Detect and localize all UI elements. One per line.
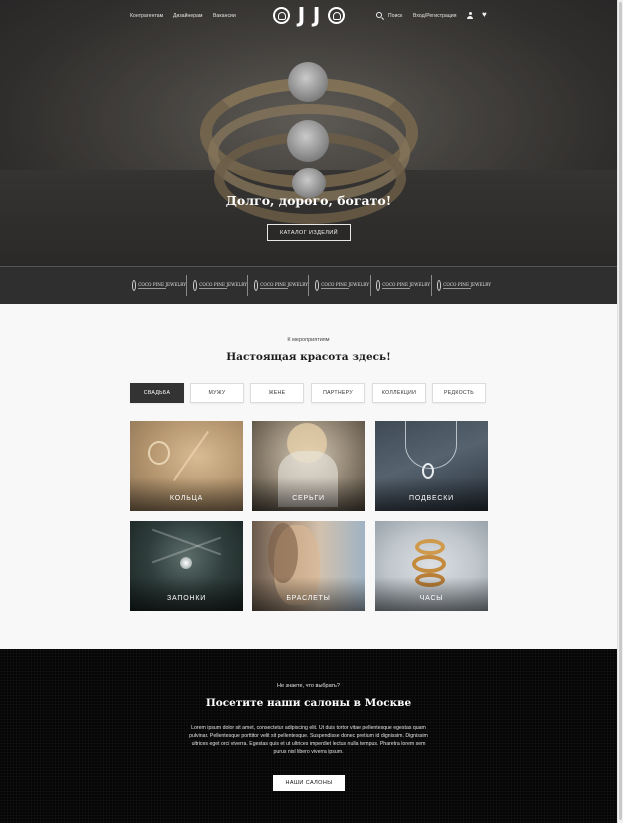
brand-divider [308,275,309,296]
category-card-cufflinks[interactable]: ЗАПОНКИ [130,521,243,611]
brand-underline [199,288,228,289]
brand-underline [443,288,472,289]
brand-name: COCO PINE JEWELRY [382,282,430,287]
hero-title: Долго, дорого, богато! [225,193,392,208]
card-label: ПОДВЕСКИ [409,495,454,502]
diamond-shape [180,557,192,569]
salons-section: Не знаете, что выбрать? Посетите наши са… [0,649,617,823]
top-navigation: Контрагентам Дизайнерам Вакансии J J Пои… [0,0,617,32]
card-label: СЕРЬГИ [292,495,325,502]
page-scrollbar[interactable] [617,0,623,823]
category-tabs: СВАДЬБА МУЖУ ЖЕНЕ ПАРТНЕРУ КОЛЛЕКЦИИ РЕД… [130,383,487,403]
user-icon[interactable] [467,12,473,19]
chain-shape [405,421,457,469]
card-caption-bg [252,577,365,611]
card-label: ЗАПОНКИ [166,595,207,602]
brand-underline [138,288,167,289]
events-eyebrow: К мероприятиям [287,337,330,343]
brand-logo[interactable]: COCO PINE JEWELRY [315,278,369,293]
card-label: ЧАСЫ [419,595,444,602]
salons-title: Посетите наши салоны в Москве [205,697,412,709]
brand-logo[interactable]: COCO PINE JEWELRY [193,278,247,293]
search-link[interactable]: Поиск [388,13,402,19]
salons-eyebrow: Не знаете, что выбрать? [276,683,340,689]
tab-collections[interactable]: КОЛЛЕКЦИИ [372,383,426,403]
brand-name: COCO PINE JEWELRY [138,282,186,287]
category-card-bracelets[interactable]: БРАСЛЕТЫ [252,521,365,611]
brand-logo[interactable]: COCO PINE JEWELRY [132,278,186,293]
brand-mark-icon [437,280,442,291]
events-title: Настоящая красота здесь! [226,351,391,363]
ring-shape [148,441,170,465]
brand-name: COCO PINE JEWELRY [321,282,369,287]
nav-link-vacancies[interactable]: Вакансии [213,13,236,19]
tab-rarity[interactable]: РЕДКОСТЬ [432,383,486,403]
brand-mark-icon [376,280,381,291]
tab-wife[interactable]: ЖЕНЕ [250,383,304,403]
brand-strip: COCO PINE JEWELRY COCO PINE JEWELRY COCO… [0,266,617,304]
logo-letter-o [273,7,290,24]
category-card-pendants[interactable]: ПОДВЕСКИ [375,421,488,511]
tab-wedding[interactable]: СВАДЬБА [130,383,184,403]
brand-logo[interactable]: COCO PINE JEWELRY [254,278,308,293]
page: Контрагентам Дизайнерам Вакансии J J Пои… [0,0,617,823]
brand-divider [247,275,248,296]
card-caption-bg [130,477,243,511]
search-icon[interactable] [376,12,382,18]
stick-shape [172,430,210,482]
brand-divider [431,275,432,296]
card-caption-bg [375,477,488,511]
login-link[interactable]: Вход/Регистрация [413,13,457,19]
brand-underline [260,288,289,289]
card-caption-bg [375,577,488,611]
brand-underline [382,288,411,289]
model-hair-shape [268,523,298,583]
catalog-button[interactable]: КАТАЛОГ ИЗДЕЛИЙ [267,224,351,241]
gold-ring-shape [415,539,445,555]
nav-link-designers[interactable]: Дизайнерам [173,13,203,19]
hero-banner: Контрагентам Дизайнерам Вакансии J J Пои… [0,0,617,266]
card-caption-bg [252,477,365,511]
salons-description: Lorem ipsum dolor sit amet, consectetur … [189,725,428,755]
category-card-watches[interactable]: ЧАСЫ [375,521,488,611]
our-salons-button[interactable]: НАШИ САЛОНЫ [273,775,345,791]
brand-name: COCO PINE JEWELRY [199,282,247,287]
category-card-earrings[interactable]: СЕРЬГИ [252,421,365,511]
brand-logo[interactable]: COCO PINE JEWELRY [376,278,430,293]
brand-divider [186,275,187,296]
logo-letter-j: J [297,3,306,27]
gold-ring-shape [412,555,446,573]
nav-link-contractors[interactable]: Контрагентам [130,13,163,19]
brand-logo[interactable]: COCO PINE JEWELRY [437,278,491,293]
brand-mark-icon [132,280,137,291]
card-label: КОЛЬЦА [169,495,204,502]
logo-letter-o [327,7,345,24]
heart-icon[interactable]: ♥ [482,10,487,20]
scrollbar-thumb[interactable] [619,2,622,820]
brand-mark-icon [315,280,320,291]
card-label: БРАСЛЕТЫ [286,595,331,602]
brand-divider [370,275,371,296]
brand-name: COCO PINE JEWELRY [260,282,308,287]
tab-partner[interactable]: ПАРТНЕРУ [311,383,365,403]
logo-letter-j: J [312,3,321,27]
brand-mark-icon [193,280,198,291]
site-logo[interactable]: J J [273,3,345,27]
events-section: К мероприятиям Настоящая красота здесь! … [0,304,617,649]
category-card-rings[interactable]: КОЛЬЦА [130,421,243,511]
brand-name: COCO PINE JEWELRY [443,282,491,287]
card-caption-bg [130,577,243,611]
tab-husband[interactable]: МУЖУ [190,383,244,403]
brand-mark-icon [254,280,259,291]
brand-underline [321,288,350,289]
